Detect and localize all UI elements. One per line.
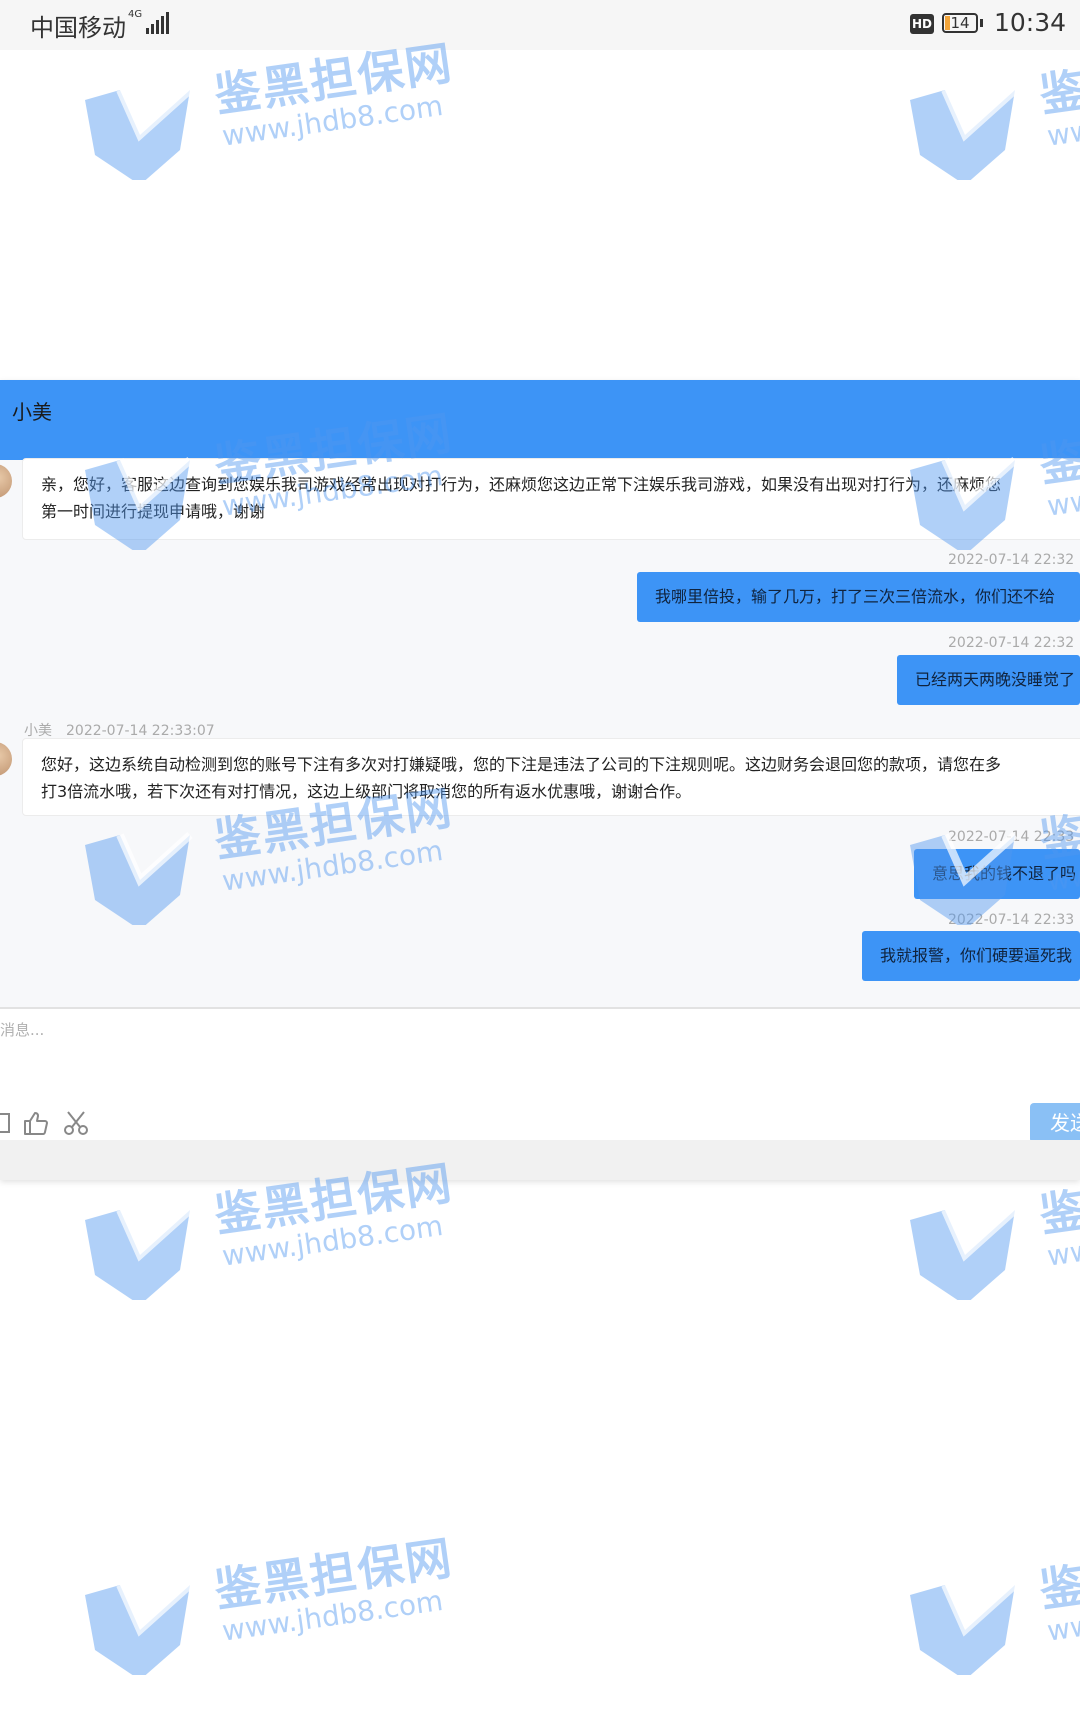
incoming-message: 亲，您好，客服这边查询到您娱乐我司游戏经常出现对打行为，还麻烦您这边正常下注娱乐… [22,458,1080,540]
watermark-url: www.jhdb8.com [1045,1584,1080,1648]
chat-footer [0,1140,1080,1180]
watermark-url: www.jhdb8.com [1045,1209,1080,1273]
avatar [0,742,12,776]
message-timestamp: 2022-07-14 22:32 [948,635,1075,651]
watermark-logo-icon [910,1207,1018,1300]
carrier-name: 中国移动 [30,14,126,42]
watermark-logo-icon [910,1582,1018,1675]
message-timestamp: 2022-07-14 22:33 [948,829,1075,845]
watermark: 鉴黑担保网 www.jhdb8.com [905,1156,1080,1300]
signal-icon [146,12,170,34]
send-button[interactable]: 发送 [1030,1103,1080,1143]
message-composer: 消息... 发送 [0,1007,1080,1143]
message-meta: 小美 2022-07-14 22:33:07 [24,720,229,740]
scissors-icon[interactable] [62,1109,90,1137]
watermark-logo-icon [910,87,1018,180]
watermark: 鉴黑担保网 www.jhdb8.com [80,1156,456,1300]
thumbs-up-icon[interactable] [22,1109,50,1137]
network-type: 4G [128,9,143,20]
message-line: 亲，您好，客服这边查询到您娱乐我司游戏经常出现对打行为，还麻烦您这边正常下注娱乐… [41,475,1002,494]
outgoing-message: 已经两天两晚没睡觉了 [897,655,1080,705]
battery-level: 14 [950,14,970,32]
watermark: 鉴黑担保网 www.jhdb8.com [905,36,1080,180]
outgoing-message: 我哪里倍投，输了几万，打了三次三倍流水，你们还不给 [637,572,1080,622]
message-text: 我哪里倍投，输了几万，打了三次三倍流水，你们还不给 [655,587,1056,606]
watermark: 鉴黑担保网 www.jhdb8.com [80,1531,456,1675]
hd-icon: HD [910,14,934,34]
message-text: 已经两天两晚没睡觉了 [915,670,1076,689]
incoming-message: 您好，这边系统自动检测到您的账号下注有多次对打嫌疑哦，您的下注是违法了公司的下注… [22,738,1080,816]
image-icon[interactable] [0,1109,12,1137]
message-timestamp: 2022-07-14 22:33 [948,912,1075,928]
message-text: 意思我的钱不退了吗 [932,864,1077,883]
battery-icon: 14 [942,13,978,33]
message-text: 我就报警，你们硬要逼死我 [880,946,1073,965]
watermark-logo-icon [85,87,193,180]
chat-header: 小美 [0,380,1080,460]
sender-name: 小美 [24,723,52,739]
status-bar: 中国移动 4G HD 14 10:34 [0,0,1080,50]
watermark-text: 鉴黑担保网 [211,1530,457,1618]
message-line: 第一时间进行提现申请哦，谢谢 [41,502,266,521]
message-timestamp: 2022-07-14 22:32 [948,552,1075,568]
clock: 10:34 [994,8,1067,37]
avatar [0,464,12,498]
watermark: 鉴黑担保网 www.jhdb8.com [905,1531,1080,1675]
watermark-text: 鉴黑担保网 [1036,1530,1080,1618]
watermark-logo-icon [85,1207,193,1300]
message-timestamp: 2022-07-14 22:33:07 [66,723,215,739]
chat-title: 小美 [12,400,52,424]
watermark-url: www.jhdb8.com [220,1209,446,1273]
message-input[interactable]: 消息... [0,1019,44,1040]
outgoing-message: 意思我的钱不退了吗 [914,849,1080,899]
watermark-url: www.jhdb8.com [220,89,446,153]
message-line: 打3倍流水哦，若下次还有对打情况，这边上级部门将取消您的所有返水优惠哦，谢谢合作… [41,782,692,801]
watermark-url: www.jhdb8.com [220,1584,446,1648]
message-line: 您好，这边系统自动检测到您的账号下注有多次对打嫌疑哦，您的下注是违法了公司的下注… [41,755,1002,774]
chat-window: 小美 亲，您好，客服这边查询到您娱乐我司游戏经常出现对打行为，还麻烦您这边正常下… [0,380,1080,1180]
watermark: 鉴黑担保网 www.jhdb8.com [80,36,456,180]
outgoing-message: 我就报警，你们硬要逼死我 [862,931,1080,981]
watermark-logo-icon [85,1582,193,1675]
watermark-url: www.jhdb8.com [1045,89,1080,153]
